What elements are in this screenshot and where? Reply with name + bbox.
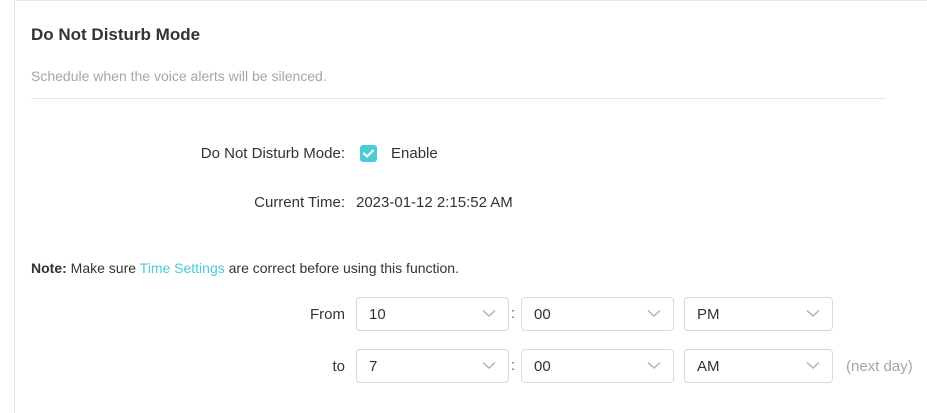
to-minute-select[interactable]: 00 [521, 349, 674, 383]
to-minute-value: 00 [534, 358, 551, 375]
chevron-down-icon [806, 361, 820, 370]
section-title: Do Not Disturb Mode [31, 25, 201, 44]
from-hour-value: 10 [369, 306, 386, 323]
to-period-select[interactable]: AM [684, 349, 833, 383]
section-subtitle: Schedule when the voice alerts will be s… [31, 68, 327, 84]
from-period-select[interactable]: PM [684, 297, 833, 331]
note-text-after: are correct before using this function. [224, 260, 459, 276]
chevron-down-icon [482, 361, 496, 370]
from-minute-select[interactable]: 00 [521, 297, 674, 331]
note: Note: Make sure Time Settings are correc… [31, 260, 459, 276]
note-prefix: Note: [31, 260, 67, 276]
current-time-label: Current Time: [254, 194, 345, 211]
enable-label[interactable]: Enable [391, 145, 438, 162]
check-icon [363, 149, 374, 158]
chevron-down-icon [647, 361, 661, 370]
note-text-before: Make sure [66, 260, 140, 276]
time-settings-link[interactable]: Time Settings [140, 260, 225, 276]
to-hour-select[interactable]: 7 [356, 349, 509, 383]
current-time-value: 2023-01-12 2:15:52 AM [356, 194, 513, 211]
chevron-down-icon [647, 309, 661, 318]
chevron-down-icon [482, 309, 496, 318]
from-time-separator: : [511, 305, 516, 322]
do-not-disturb-panel: Do Not Disturb Mode Schedule when the vo… [14, 0, 927, 413]
to-period-value: AM [697, 358, 720, 375]
from-label: From [310, 306, 345, 323]
to-time-separator: : [511, 357, 516, 374]
from-minute-value: 00 [534, 306, 551, 323]
divider [31, 98, 886, 99]
from-period-value: PM [697, 306, 720, 323]
to-hour-value: 7 [369, 358, 378, 375]
next-day-hint: (next day) [846, 358, 913, 375]
enable-checkbox[interactable] [360, 145, 377, 162]
to-label: to [332, 358, 345, 375]
from-hour-select[interactable]: 10 [356, 297, 509, 331]
chevron-down-icon [806, 309, 820, 318]
dnd-mode-label: Do Not Disturb Mode: [200, 145, 345, 162]
